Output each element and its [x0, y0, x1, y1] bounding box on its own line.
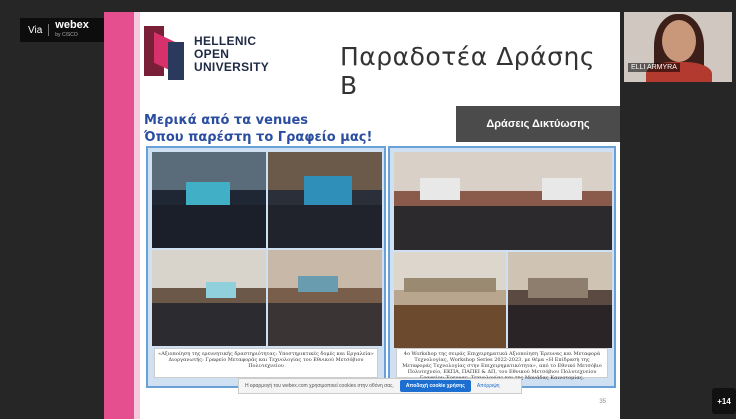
accept-cookies-button[interactable]: Αποδοχή cookie χρήσης [399, 380, 471, 392]
slide-title: Παραδοτέα Δράσης Β [340, 42, 596, 100]
cookie-text: Η εφαρμογή του webex.com χρησιμοποιεί co… [245, 383, 394, 389]
more-participants-button[interactable]: +14 [712, 388, 736, 414]
university-logo-icon [144, 26, 188, 82]
event-photo-2 [268, 152, 382, 248]
university-logo: HELLENIC OPEN UNIVERSITY [144, 26, 269, 82]
event-photo-3 [152, 250, 266, 346]
webex-badge: Via webex by CISCO [20, 18, 104, 42]
event-photo-4 [268, 250, 382, 346]
slide-page-number: 35 [599, 399, 606, 405]
logo-text: HELLENIC OPEN UNIVERSITY [194, 33, 270, 74]
right-photo-panel: 4ο Workshop της σειράς Επιχειρηματικά Αξ… [388, 146, 616, 388]
cookie-banner: Η εφαρμογή του webex.com χρησιμοποιεί co… [238, 378, 522, 394]
venues-heading: Μερικά από τα venues Όπου παρέστη το Γρα… [144, 113, 373, 145]
reject-cookies-link[interactable]: Απόρριψη [477, 383, 500, 389]
event-photo-5 [394, 152, 612, 250]
right-photo-caption: 4ο Workshop της σειράς Επιχειρηματικά Αξ… [396, 348, 608, 381]
event-photo-1 [152, 152, 266, 248]
participant-name-tag: ELLI ARMYRA [628, 63, 680, 72]
networking-banner: Δράσεις Δικτύωσης [456, 106, 620, 142]
via-label: Via [28, 24, 43, 36]
left-photo-panel: «Αξιοποίηση της ερευνητικής δραστηριότητ… [146, 146, 386, 388]
shared-slide: HELLENIC OPEN UNIVERSITY Παραδοτέα Δράση… [104, 12, 620, 419]
webex-logo: webex by CISCO [55, 19, 89, 39]
left-photo-caption: «Αξιοποίηση της ερευνητικής δραστηριότητ… [154, 348, 378, 378]
slide-accent-bar [104, 12, 140, 419]
event-photo-7 [508, 252, 612, 348]
event-photo-6 [394, 252, 506, 348]
badge-divider [48, 24, 50, 36]
